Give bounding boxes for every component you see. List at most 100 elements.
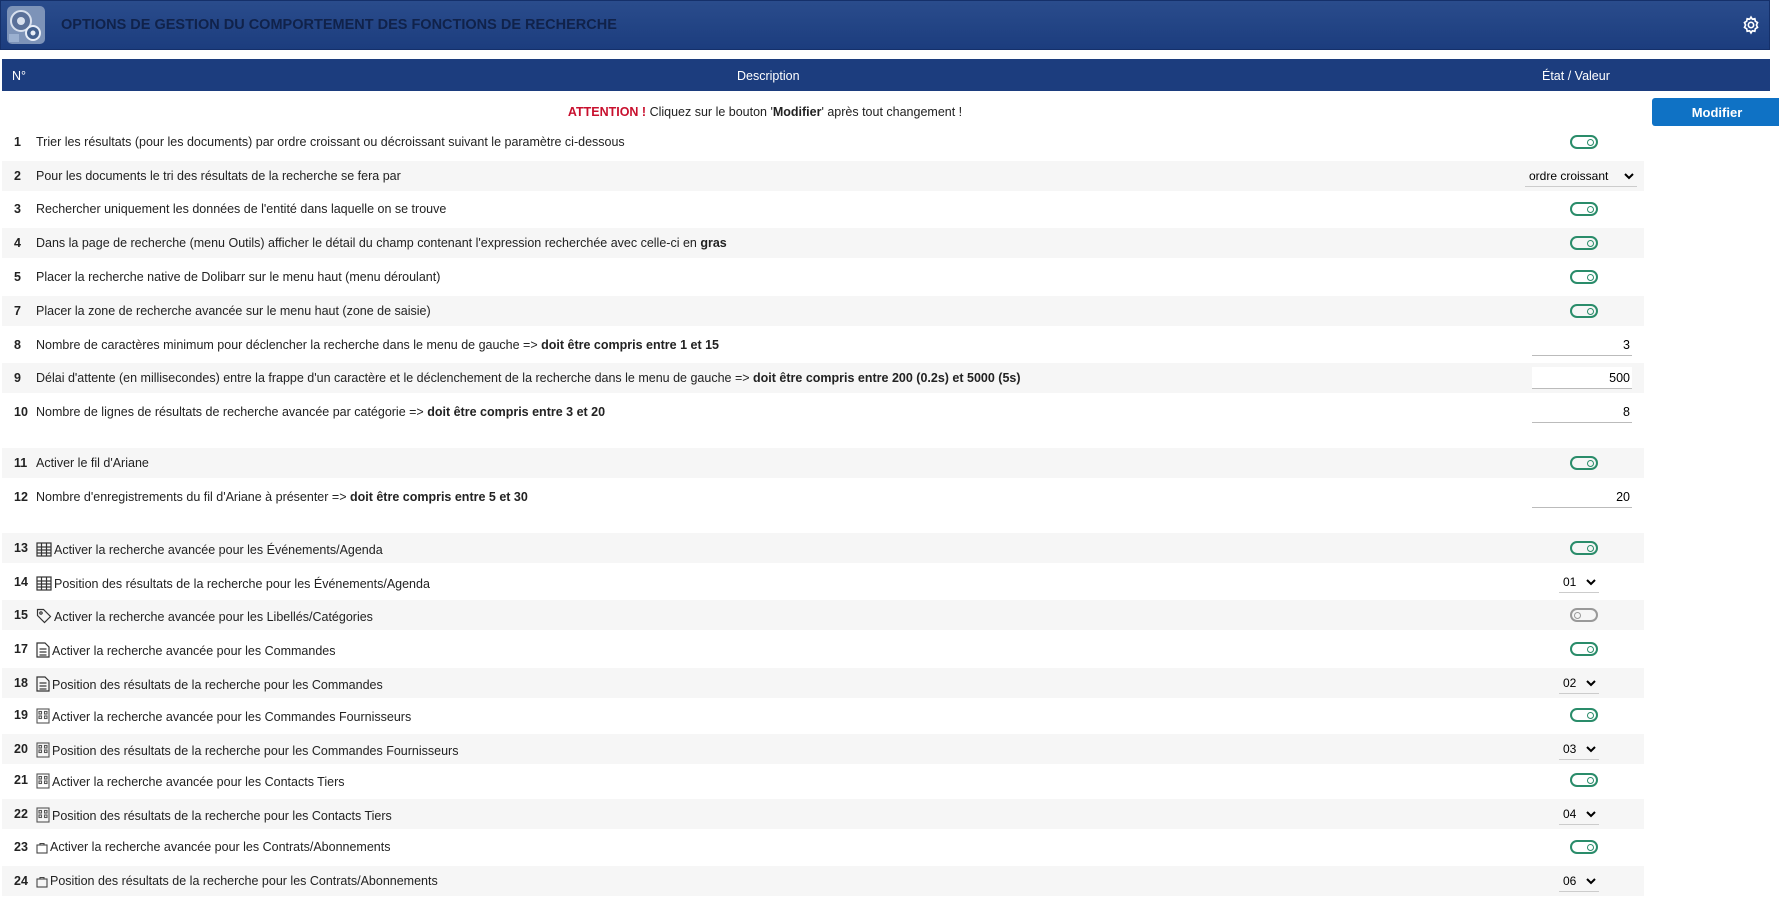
number-input[interactable] xyxy=(1532,334,1632,356)
position-select[interactable]: 02 xyxy=(1559,672,1599,694)
number-input[interactable] xyxy=(1532,367,1632,389)
table-row: 23 Activer la recherche avancée pour les … xyxy=(2,832,1644,862)
table-row: 19 Activer la recherche avancée pour les … xyxy=(2,700,1644,730)
row-number: 13 xyxy=(14,541,28,555)
briefcase-icon xyxy=(36,842,48,857)
table-row: 1 Trier les résultats (pour les documents… xyxy=(2,127,1644,157)
table-row: 22 Position des résultats de la recherche… xyxy=(2,799,1644,829)
row-number: 4 xyxy=(14,236,21,250)
row-number: 15 xyxy=(14,608,28,622)
row-description: Dans la page de recherche (menu Outils) … xyxy=(36,236,727,250)
row-number: 19 xyxy=(14,708,28,722)
toggle-switch[interactable] xyxy=(1570,708,1598,722)
row-description: Activer la recherche avancée pour les Év… xyxy=(36,541,383,560)
building-icon xyxy=(36,708,50,727)
table-row: 7 Placer la zone de recherche avancée sur… xyxy=(2,296,1644,326)
row-description: Position des résultats de la recherche p… xyxy=(36,874,438,891)
toggle-switch[interactable] xyxy=(1570,456,1598,470)
row-number: 20 xyxy=(14,742,28,756)
row-number: 11 xyxy=(14,456,28,470)
table-row: 13 Activer la recherche avancée pour les … xyxy=(2,533,1644,563)
toggle-switch[interactable] xyxy=(1570,608,1598,622)
table-row: 8 Nombre de caractères minimum pour décle… xyxy=(2,330,1644,360)
table-row: 9 Délai d'attente (en millisecondes) entr… xyxy=(2,363,1644,393)
row-description: Délai d'attente (en millisecondes) entre… xyxy=(36,371,1021,385)
position-select[interactable]: 04 xyxy=(1559,803,1599,825)
position-select[interactable]: 06 xyxy=(1559,870,1599,892)
sort-order-select[interactable]: ordre croissant xyxy=(1525,165,1637,187)
number-input[interactable] xyxy=(1532,401,1632,423)
row-number: 5 xyxy=(14,270,21,284)
toggle-switch[interactable] xyxy=(1570,304,1598,318)
toggle-switch[interactable] xyxy=(1570,773,1598,787)
row-number: 3 xyxy=(14,202,21,216)
position-select[interactable]: 01 xyxy=(1559,571,1599,593)
col-header-description: Description xyxy=(737,69,800,83)
attention-label: ATTENTION ! xyxy=(567,105,647,119)
toggle-switch[interactable] xyxy=(1570,840,1598,854)
gear-icon[interactable] xyxy=(1741,15,1761,35)
table-row: 14 Position des résultats de la recherche… xyxy=(2,567,1644,597)
attention-message: ATTENTION ! Cliquez sur le bouton 'Modif… xyxy=(567,105,963,119)
building-icon xyxy=(36,773,50,792)
row-number: 14 xyxy=(14,575,28,589)
module-logo-icon xyxy=(7,6,45,44)
row-description: Nombre de lignes de résultats de recherc… xyxy=(36,405,606,419)
toggle-switch[interactable] xyxy=(1570,236,1598,250)
table-row: 24 Position des résultats de la recherche… xyxy=(2,866,1644,896)
row-description: Placer la zone de recherche avancée sur … xyxy=(36,304,431,318)
number-input[interactable] xyxy=(1532,486,1632,508)
table-row: 15 Activer la recherche avancée pour les … xyxy=(2,600,1644,630)
building-icon xyxy=(36,807,50,826)
briefcase-icon xyxy=(36,876,48,891)
row-description: Activer le fil d'Ariane xyxy=(36,456,149,470)
row-description: Activer la recherche avancée pour les Co… xyxy=(36,642,335,661)
row-number: 9 xyxy=(14,371,21,385)
row-description: Rechercher uniquement les données de l'e… xyxy=(36,202,447,216)
row-number: 2 xyxy=(14,169,21,183)
table-row: 20 Position des résultats de la recherche… xyxy=(2,734,1644,764)
row-description: Activer la recherche avancée pour les Co… xyxy=(36,773,345,792)
top-header: OPTIONS DE GESTION DU COMPORTEMENT DES F… xyxy=(0,0,1770,50)
calendar-icon xyxy=(36,541,52,560)
col-header-num: N° xyxy=(12,69,27,83)
row-description: Position des résultats de la recherche p… xyxy=(36,676,383,695)
position-select[interactable]: 03 xyxy=(1559,738,1599,760)
modify-button[interactable]: Modifier xyxy=(1652,98,1779,126)
row-description: Pour les documents le tri des résultats … xyxy=(36,169,401,183)
calendar-icon xyxy=(36,575,52,594)
row-description: Position des résultats de la recherche p… xyxy=(36,807,392,826)
toggle-switch[interactable] xyxy=(1570,642,1598,656)
row-description: Trier les résultats (pour les documents)… xyxy=(36,135,625,149)
table-row: 12 Nombre d'enregistrements du fil d'Aria… xyxy=(2,482,1644,512)
toggle-switch[interactable] xyxy=(1570,541,1598,555)
row-number: 18 xyxy=(14,676,28,690)
row-number: 8 xyxy=(14,338,21,352)
row-description: Nombre de caractères minimum pour déclen… xyxy=(36,338,719,352)
document-icon xyxy=(36,642,50,661)
table-row: 3 Rechercher uniquement les données de l'… xyxy=(2,194,1644,224)
row-description: Position des résultats de la recherche p… xyxy=(36,575,430,594)
row-number: 12 xyxy=(14,490,28,504)
row-number: 21 xyxy=(14,773,28,787)
row-number: 23 xyxy=(14,840,28,854)
table-row: 21 Activer la recherche avancée pour les … xyxy=(2,765,1644,795)
toggle-switch[interactable] xyxy=(1570,135,1598,149)
document-icon xyxy=(36,676,50,695)
table-row: 11 Activer le fil d'Ariane xyxy=(2,448,1644,478)
tag-icon xyxy=(36,608,52,627)
table-row: 18 Position des résultats de la recherche… xyxy=(2,668,1644,698)
toggle-switch[interactable] xyxy=(1570,202,1598,216)
building-icon xyxy=(36,742,50,761)
row-number: 17 xyxy=(14,642,28,656)
row-description: Position des résultats de la recherche p… xyxy=(36,742,458,761)
row-number: 22 xyxy=(14,807,28,821)
table-row: 4 Dans la page de recherche (menu Outils)… xyxy=(2,228,1644,258)
table-header: N° Description État / Valeur xyxy=(2,59,1770,91)
toggle-switch[interactable] xyxy=(1570,270,1598,284)
row-description: Activer la recherche avancée pour les Co… xyxy=(36,708,411,727)
row-description: Placer la recherche native de Dolibarr s… xyxy=(36,270,441,284)
row-description: Nombre d'enregistrements du fil d'Ariane… xyxy=(36,490,528,504)
row-number: 1 xyxy=(14,135,21,149)
table-row: 17 Activer la recherche avancée pour les … xyxy=(2,634,1644,664)
